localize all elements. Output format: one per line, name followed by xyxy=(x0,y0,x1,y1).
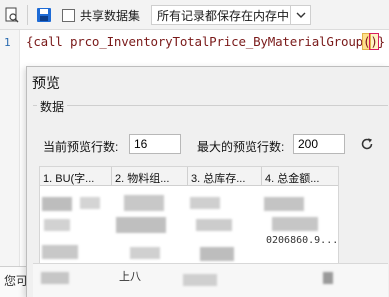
blurred-cell xyxy=(42,245,78,259)
bottom-panel: 上八 xyxy=(33,263,388,297)
chevron-down-icon[interactable] xyxy=(290,6,310,24)
max-rows-input[interactable] xyxy=(293,134,345,154)
refresh-icon[interactable] xyxy=(356,133,378,155)
grid-header: 1. BU(字... 2. 物料组... 3. 总库存... 4. 总金额... xyxy=(40,167,338,186)
blurred-cell xyxy=(80,197,100,209)
memory-mode-value: 所有记录都保存在内存中 xyxy=(157,8,290,23)
save-icon[interactable] xyxy=(36,7,52,23)
line-number-gutter: 1 xyxy=(0,30,20,297)
document-search-icon[interactable] xyxy=(4,7,20,23)
code-text: {call prco_InventoryTotalPrice_ByMateria… xyxy=(26,34,363,49)
line-number: 1 xyxy=(4,36,11,49)
column-header-material-group[interactable]: 2. 物料组... xyxy=(112,167,188,186)
blurred-cell xyxy=(272,217,318,231)
share-dataset-checkbox[interactable] xyxy=(62,8,75,22)
column-header-total-amount[interactable]: 4. 总金额... xyxy=(262,167,338,186)
blurred-cell xyxy=(190,197,220,209)
toolbar-separator xyxy=(27,5,28,25)
blurred-cell xyxy=(130,247,160,259)
blurred-cell xyxy=(196,219,232,231)
memory-mode-select[interactable]: 所有记录都保存在内存中 xyxy=(151,5,311,25)
code-close-brace: } xyxy=(377,34,386,49)
current-rows-input[interactable] xyxy=(129,134,181,154)
bottom-text: 上八 xyxy=(119,271,141,283)
preview-dialog: 预览 数据 当前预览行数: 最大的预览行数: 1. BU(字... 2. 物料组… xyxy=(26,66,389,297)
share-dataset-label: 共享数据集 xyxy=(80,8,141,23)
data-group-label: 数据 xyxy=(37,98,68,115)
dialog-title: 预览 xyxy=(32,75,60,91)
share-dataset-toggle[interactable]: 共享数据集 xyxy=(62,6,140,24)
cell-total-amount: 0206860.9... xyxy=(266,235,339,246)
background-text-fragment: 您可 xyxy=(4,274,29,288)
blurred-cell xyxy=(42,197,72,211)
blurred-cell xyxy=(323,272,333,284)
close-paren-cursor: ) xyxy=(369,33,379,50)
blurred-cell xyxy=(264,197,304,211)
current-rows-label: 当前预览行数: xyxy=(43,140,119,154)
blurred-cell xyxy=(116,217,166,233)
blurred-cell xyxy=(41,272,69,284)
blurred-cell xyxy=(44,219,70,231)
max-rows-label: 最大的预览行数: xyxy=(197,140,285,154)
blurred-cell xyxy=(124,195,164,211)
code-line[interactable]: {call prco_InventoryTotalPrice_ByMateria… xyxy=(26,33,386,50)
column-header-bu[interactable]: 1. BU(字... xyxy=(40,167,112,186)
toolbar: 共享数据集 所有记录都保存在内存中 xyxy=(0,0,389,30)
column-header-total-stock[interactable]: 3. 总库存... xyxy=(188,167,262,186)
blurred-cell xyxy=(183,274,217,286)
blurred-cell xyxy=(200,247,234,261)
